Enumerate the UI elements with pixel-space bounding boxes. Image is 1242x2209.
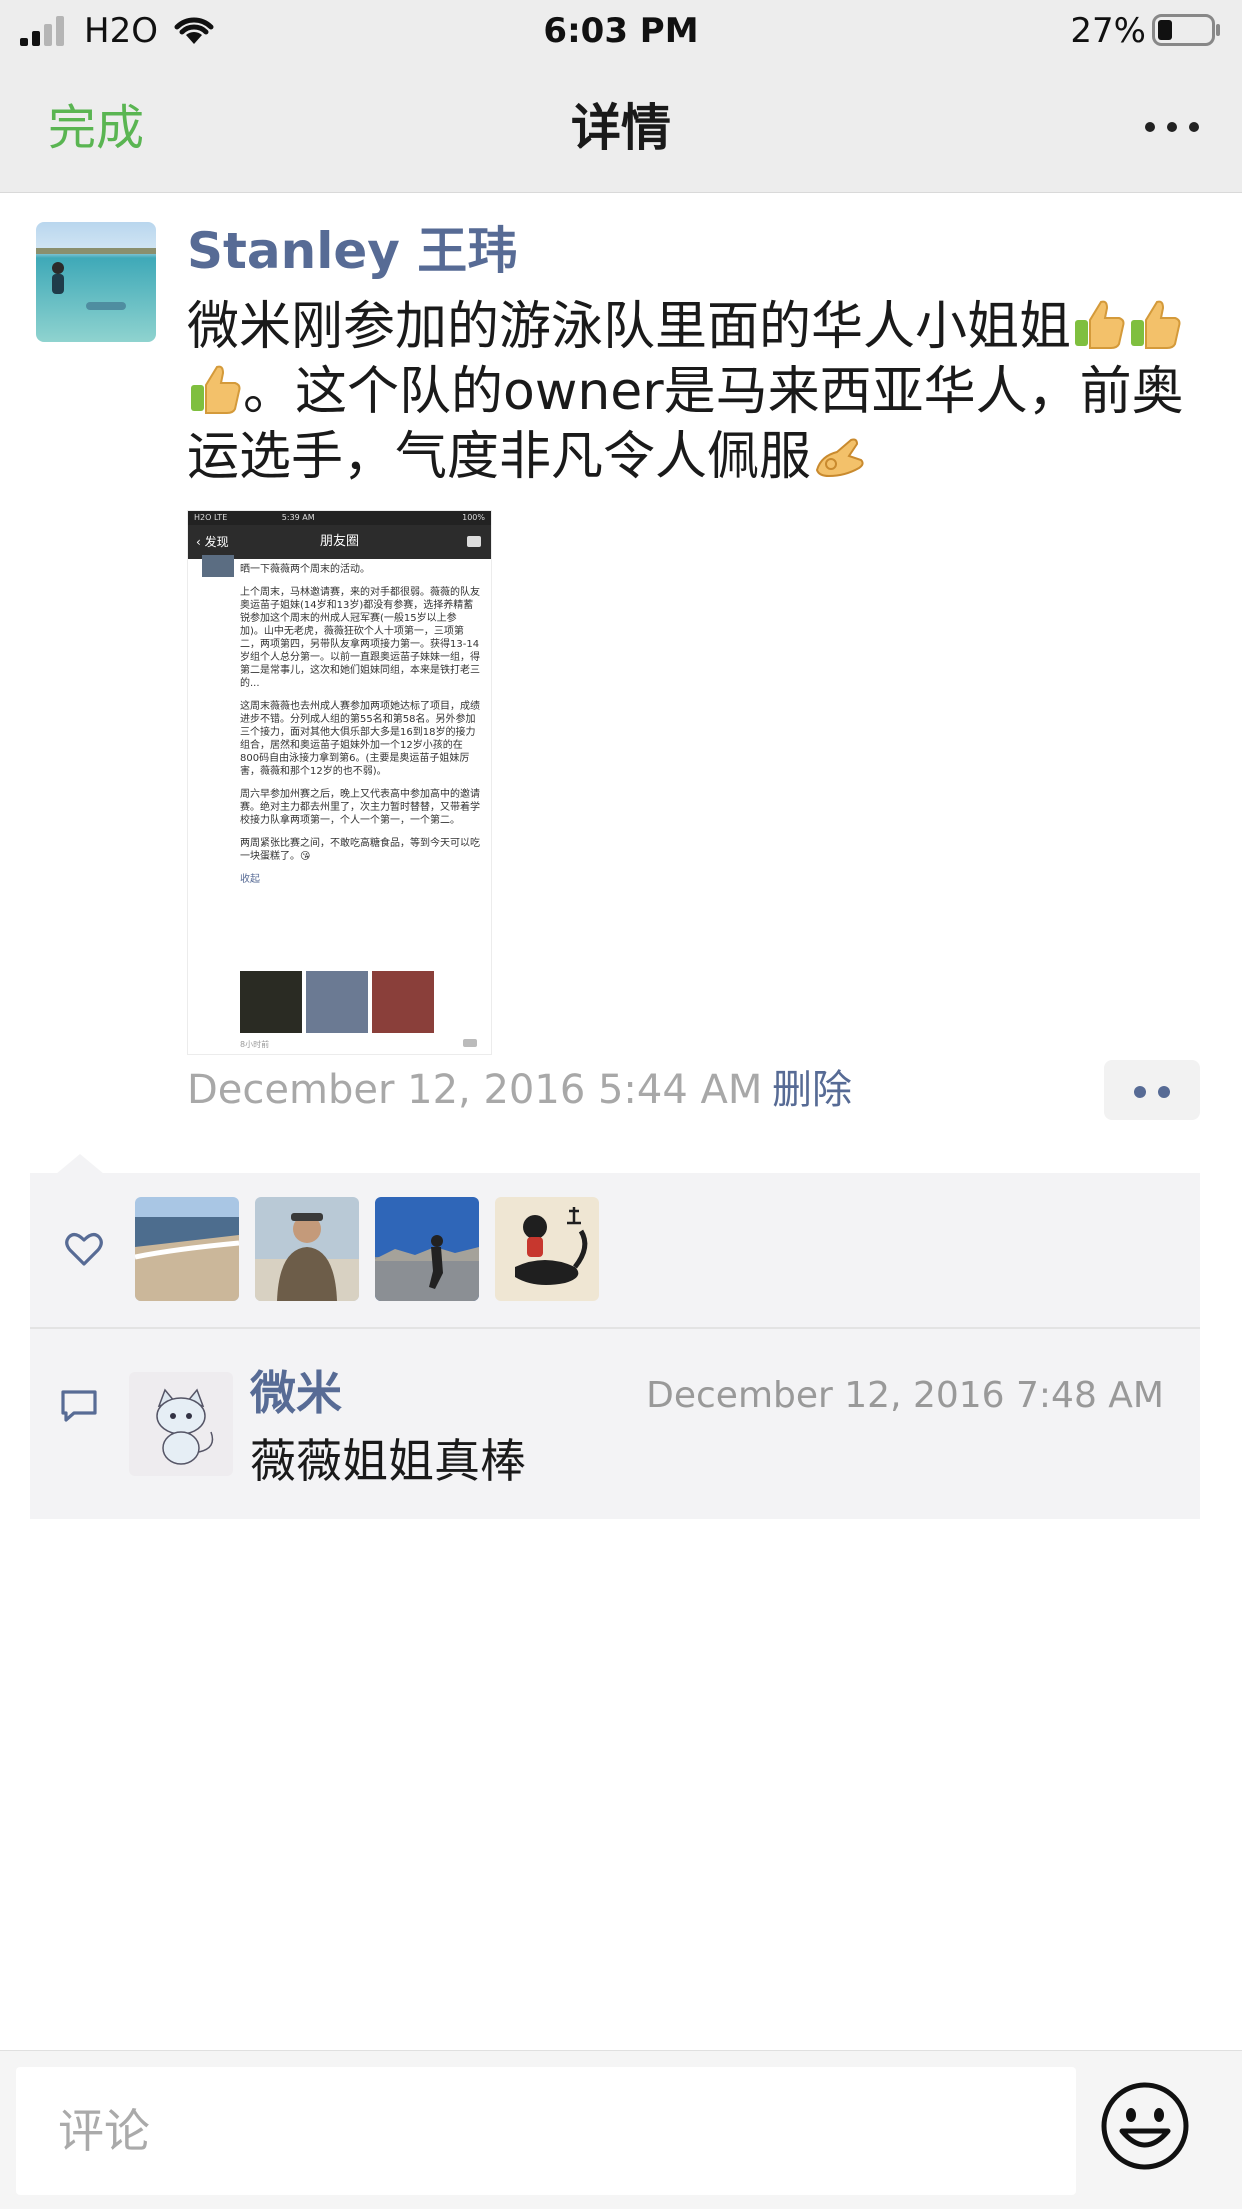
battery-percent: 27%	[1070, 11, 1146, 51]
post-text: 微米刚参加的游泳队里面的华人小姐姐。这个队的owner是马来西亚华人，前奥运选手…	[187, 295, 1207, 490]
thumbs-up-icon	[1075, 300, 1125, 349]
likes-arrow	[56, 1154, 104, 1174]
image-status-time: 5:39 AM	[281, 513, 315, 522]
comment-timestamp: December 12, 2016 7:48 AM	[646, 1375, 1164, 1416]
ok-hand-icon	[815, 438, 864, 478]
image-photo	[306, 971, 368, 1033]
post-text-part-1: 微米刚参加的游泳队里面的华人小姐姐	[187, 297, 1072, 357]
image-nav-bar: ‹ 发现 朋友圈	[188, 525, 491, 559]
image-post-body: 晒一下薇薇两个周末的活动。 上个周末，马林邀请赛，来的对手都很弱。薇薇的队友奥运…	[240, 563, 480, 886]
status-time: 6:03 PM	[543, 11, 699, 51]
post-timestamp: December 12, 2016 5:44 AM	[187, 1067, 763, 1113]
thumbs-up-icon	[1131, 300, 1181, 349]
image-avatar-thumb	[202, 555, 234, 577]
more-icon[interactable]	[1142, 114, 1202, 140]
post-text-part-2: 。这个队的owner是马来西亚华人，前奥运选手，气度非凡令人佩服	[187, 362, 1184, 487]
runner-avatar[interactable]	[375, 1197, 479, 1301]
battery-level-fill	[1158, 20, 1172, 40]
image-collapse-label: 收起	[240, 874, 260, 885]
image-paragraph: 这周末薇薇也去州成人赛参加两项她达标了项目，成绩进步不错。分列成人组的第55名和…	[240, 701, 480, 777]
comment-input[interactable]	[16, 2067, 1076, 2195]
image-status-battery: 100%	[462, 513, 485, 522]
comment-icon	[61, 1390, 97, 1422]
image-paragraph: 周六早参加州赛之后，晚上又代表高中参加高中的邀请赛。绝对主力都去州里了，次主力暂…	[240, 789, 480, 826]
image-title: 朋友圈	[319, 534, 359, 549]
post-author-name[interactable]: Stanley 王玮	[187, 220, 517, 282]
image-paragraph: 两周紧张比赛之间，不敢吃高糖食品，等到今天可以吃一块蛋糕了。😘	[240, 838, 480, 862]
image-more-dots	[463, 1039, 477, 1047]
camera-icon	[467, 536, 481, 547]
page-title: 详情	[571, 99, 671, 157]
image-photo-row	[240, 971, 490, 1035]
thumbs-up-icon	[191, 365, 241, 414]
image-paragraph: 上个周末，马林邀请赛，来的对手都很弱。薇薇的队友奥运苗子姐妹(14岁和13岁)都…	[240, 587, 480, 689]
image-photo	[240, 971, 302, 1033]
cat-avatar[interactable]	[129, 1372, 233, 1476]
image-status-bar: H2O LTE 5:39 AM 100%	[188, 511, 491, 525]
image-photo	[372, 971, 434, 1033]
heart-icon	[65, 1233, 103, 1266]
commenter-name[interactable]: 微米	[250, 1363, 342, 1423]
smiley-face-icon[interactable]	[1100, 2081, 1190, 2171]
author-avatar[interactable]	[36, 222, 156, 342]
image-status-carrier: H2O LTE	[194, 513, 228, 522]
beach-avatar[interactable]	[135, 1197, 239, 1301]
image-time-label: 8小时前	[240, 1040, 270, 1049]
man-avatar[interactable]	[255, 1197, 359, 1301]
comment-input-bar	[0, 2050, 1242, 2209]
scorpion-art-avatar[interactable]	[495, 1197, 599, 1301]
image-paragraph: 晒一下薇薇两个周末的活动。	[240, 564, 370, 575]
comments-section: 微米 December 12, 2016 7:48 AM 薇薇姐姐真棒	[30, 1329, 1200, 1519]
status-bar: H2O 6:03 PM 27%	[0, 0, 1242, 62]
battery-icon	[1152, 14, 1220, 46]
post-image[interactable]: H2O LTE 5:39 AM 100% ‹ 发现 朋友圈 晒一下薇薇两个周末的…	[187, 510, 492, 1055]
likes-section	[30, 1173, 1200, 1329]
delete-button[interactable]: 删除	[772, 1060, 852, 1120]
post-actions-button[interactable]	[1104, 1060, 1200, 1120]
comment-text: 薇薇姐姐真棒	[250, 1434, 526, 1488]
navigation-bar: 完成 详情	[0, 62, 1242, 193]
